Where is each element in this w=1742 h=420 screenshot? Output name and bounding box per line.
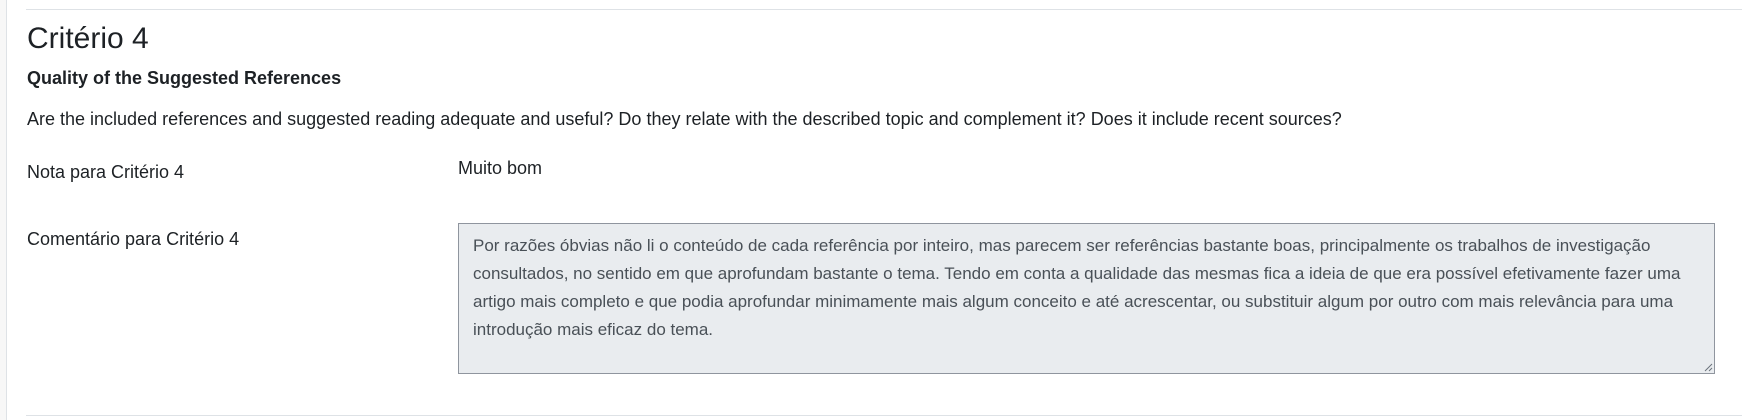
comment-textarea[interactable]: Por razões óbvias não li o conteúdo de c… — [458, 223, 1715, 374]
resize-grip-icon[interactable] — [1703, 362, 1713, 372]
comment-label: Comentário para Critério 4 — [27, 229, 240, 249]
grade-value: Muito bom — [458, 158, 543, 178]
comment-text: Por razões óbvias não li o conteúdo de c… — [473, 236, 1681, 339]
criterion-subtitle: Quality of the Suggested References — [27, 68, 342, 88]
criterion-description: Are the included references and suggeste… — [27, 109, 1342, 129]
grade-label: Nota para Critério 4 — [27, 162, 185, 182]
top-divider — [26, 9, 1742, 10]
bottom-divider — [26, 415, 1742, 416]
criterion-title: Critério 4 — [27, 22, 149, 55]
